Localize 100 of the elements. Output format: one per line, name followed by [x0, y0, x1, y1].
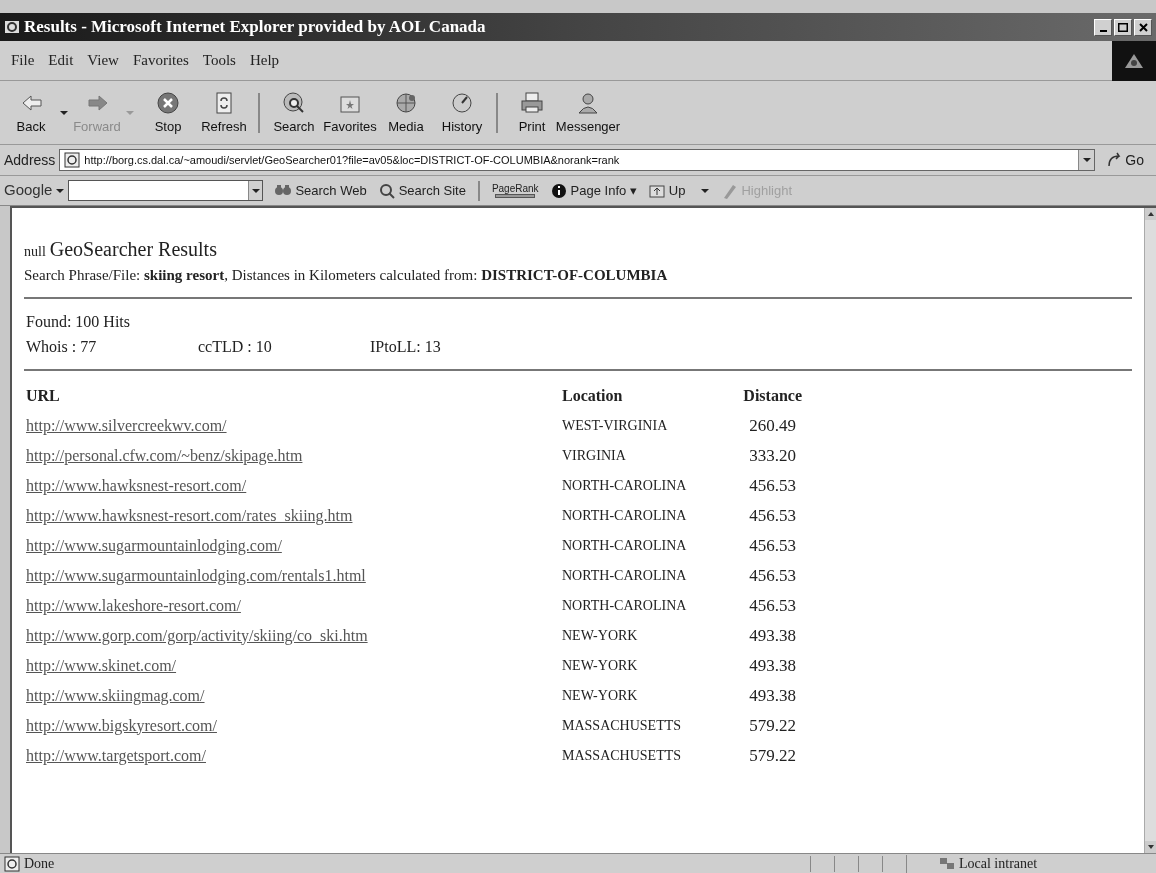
table-cell-text: NEW-YORK	[562, 627, 639, 645]
toolbar-button[interactable]: Up	[648, 180, 710, 201]
table-cell-text: 260.49	[748, 414, 797, 437]
toolbar-button[interactable]: Media	[378, 83, 434, 142]
table-cell-text: 493.38	[748, 654, 797, 677]
table-cell-text: 456.53	[748, 504, 797, 527]
toolbar-button[interactable]: Search	[266, 83, 322, 142]
table-cell-text: MASSACHUSETTS	[562, 747, 683, 765]
table-cell-text: 493.38	[748, 624, 797, 647]
result-link[interactable]: http://www.lakeshore-resort.com/	[26, 593, 241, 618]
page-title-prefix: null	[24, 243, 46, 261]
network-icon	[939, 855, 955, 872]
toolbar-button[interactable]: Back	[8, 83, 54, 142]
menu-item[interactable]: Tools	[195, 49, 243, 72]
browser-icon	[4, 19, 20, 35]
zone-text: Local intranet	[959, 855, 1038, 873]
table-cell-text: NEW-YORK	[562, 687, 639, 705]
caret-icon	[701, 188, 710, 193]
page-title: GeoSearcher Results	[49, 238, 217, 260]
toolbar-button[interactable]: Search Web	[275, 180, 367, 201]
go-button[interactable]: Go	[1099, 149, 1152, 171]
table-cell-text: 456.53	[748, 474, 797, 497]
column-header: Distance	[742, 385, 802, 406]
maximize-button[interactable]	[1114, 18, 1132, 36]
menu-item[interactable]: Help	[242, 49, 287, 72]
table-cell-text: 456.53	[748, 564, 797, 587]
search-field[interactable]	[68, 180, 264, 201]
info-icon	[550, 182, 567, 199]
stat-text: IPtoLL: 13	[370, 336, 442, 357]
menu-item[interactable]: File	[4, 49, 42, 72]
column-header: URL	[26, 385, 61, 406]
scrollbar[interactable]	[1144, 208, 1156, 853]
result-link[interactable]: http://www.hawksnest-resort.com/	[26, 473, 247, 498]
toolbar-button[interactable]: Search Site	[378, 180, 466, 201]
result-link[interactable]: http://www.skinet.com/	[26, 653, 177, 678]
toolbar-button[interactable]: Stop	[140, 83, 196, 142]
result-link[interactable]: http://www.bigskyresort.com/	[26, 713, 217, 738]
table-cell-text: 456.53	[748, 594, 797, 617]
result-link[interactable]: http://www.hawksnest-resort.com/rates_skiing.htm	[26, 503, 353, 528]
maximize-icon	[1118, 22, 1128, 32]
address-label: Address	[4, 150, 56, 170]
stop-icon	[156, 90, 180, 115]
search-summary: Search Phrase/File: skiing resort, Distances in Kilometers calculated from: DISTRICT-OF-COLUMBIA	[24, 266, 669, 285]
pagerank-meter: PageRank	[491, 183, 539, 198]
result-link[interactable]: http://www.targetsport.com/	[26, 743, 206, 768]
table-cell-text: 579.22	[748, 714, 797, 737]
caret-icon	[56, 188, 65, 193]
result-link[interactable]: http://www.sugarmountainlodging.com/	[26, 533, 282, 558]
clock-icon	[450, 90, 474, 115]
table-cell-text: NORTH-CAROLINA	[562, 477, 688, 495]
result-link[interactable]: http://www.gorp.com/gorp/activity/skiing/co_ski.htm	[26, 623, 368, 648]
person-icon	[576, 90, 600, 115]
toolbar-button[interactable]: Refresh	[196, 83, 252, 142]
table-cell-text: MASSACHUSETTS	[562, 717, 683, 735]
table-cell-text: NORTH-CAROLINA	[562, 567, 688, 585]
caret-icon	[1082, 158, 1091, 162]
dropdown-button[interactable]	[1078, 150, 1095, 170]
table-cell-text: VIRGINIA	[562, 447, 627, 465]
printer-icon	[520, 90, 544, 115]
dropdown-button[interactable]	[248, 181, 263, 200]
address-field[interactable]: http://borg.cs.dal.ca/~amoudi/servlet/GeoSearcher01?file=av05&loc=DISTRICT-OF-COLUMBIA&norank=rank	[59, 149, 1096, 171]
page-icon	[4, 855, 20, 872]
result-link[interactable]: http://www.skiingmag.com/	[26, 683, 205, 708]
close-button[interactable]	[1134, 18, 1152, 36]
table-cell-text: 579.22	[748, 744, 797, 767]
close-icon	[1138, 22, 1148, 32]
toolbar-button[interactable]: History	[434, 83, 490, 142]
folder-up-icon	[648, 182, 665, 199]
toolbar-button[interactable]: Favorites	[322, 83, 378, 142]
hits-count: Found: 100 Hits	[25, 311, 131, 332]
caret-icon	[126, 110, 134, 115]
result-link[interactable]: http://personal.cfw.com/~benz/skipage.htm	[26, 443, 303, 468]
menu-item[interactable]: Favorites	[125, 49, 196, 72]
address-text: http://borg.cs.dal.ca/~amoudi/servlet/GeoSearcher01?file=av05&loc=DISTRICT-OF-COLUMBIA&norank=rank	[84, 152, 621, 168]
table-cell-text: NEW-YORK	[562, 657, 639, 675]
search-icon	[282, 90, 306, 115]
result-link[interactable]: http://www.sugarmountainlodging.com/rentals1.html	[26, 563, 366, 588]
caret-icon	[60, 110, 68, 115]
page-icon	[64, 152, 81, 168]
triangle-icon	[1124, 52, 1144, 70]
toolbar-button[interactable]: Page Info ▾	[550, 180, 637, 201]
minimize-button[interactable]	[1094, 18, 1112, 36]
table-cell-text: NORTH-CAROLINA	[562, 597, 688, 615]
window-title: Results - Microsoft Internet Explorer provided by AOL Canada	[24, 16, 487, 39]
google-menu-button[interactable]: Google	[4, 179, 65, 202]
search-icon	[378, 182, 395, 199]
table-cell-text: 493.38	[748, 684, 797, 707]
result-link[interactable]: http://www.silvercreekwv.com/	[26, 413, 227, 438]
stat-text: ccTLD : 10	[198, 336, 273, 357]
table-cell-text: 456.53	[748, 534, 797, 557]
stat-text: Whois : 77	[26, 336, 98, 357]
up-arrow-icon	[1145, 208, 1156, 220]
menu-item[interactable]: Edit	[41, 49, 81, 72]
column-header: Location	[562, 385, 624, 406]
minimize-icon	[1099, 30, 1107, 32]
menu-item[interactable]: View	[80, 49, 126, 72]
table-cell-text: NORTH-CAROLINA	[562, 507, 688, 525]
table-cell-text: NORTH-CAROLINA	[562, 537, 688, 555]
status-text: Done	[24, 855, 56, 873]
globe-icon	[394, 90, 418, 115]
